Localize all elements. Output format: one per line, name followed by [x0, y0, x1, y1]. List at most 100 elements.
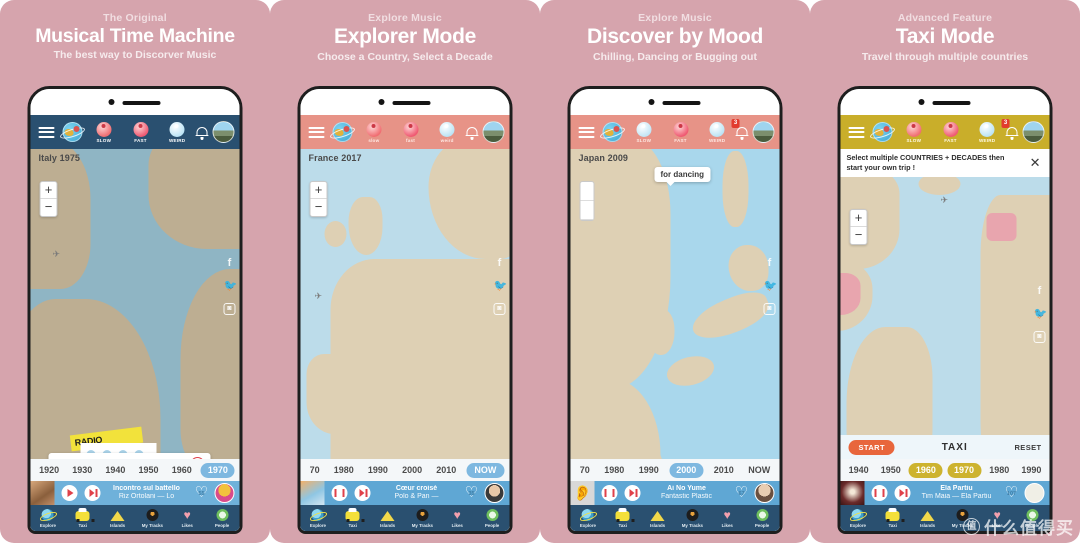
decade-item[interactable]: 1980 — [330, 463, 358, 477]
nav-item-fast[interactable]: FAST — [932, 121, 969, 143]
decade-item[interactable]: 1940 — [101, 463, 129, 477]
globe-icon[interactable] — [868, 122, 897, 142]
decade-item[interactable]: 1950 — [877, 463, 905, 477]
start-trip-button[interactable]: START — [848, 439, 895, 455]
decade-item-selected[interactable]: 1960 — [908, 462, 943, 478]
player-avatar[interactable] — [484, 483, 505, 503]
avatar[interactable] — [482, 121, 505, 143]
facebook-icon[interactable]: f — [224, 257, 236, 269]
zoom-out-button[interactable]: − — [851, 227, 867, 244]
tab-people[interactable]: People — [475, 508, 510, 528]
bell-icon[interactable] — [465, 125, 479, 140]
decade-item[interactable]: 1920 — [35, 463, 63, 477]
nav-item-weird[interactable]: weird — [429, 121, 466, 143]
map-zoom-controls[interactable]: + − — [309, 181, 328, 217]
decade-item[interactable]: 2010 — [710, 463, 738, 477]
album-cover[interactable] — [300, 481, 325, 505]
tab-taxi[interactable]: Taxi — [605, 507, 640, 528]
map-zoom-controls[interactable]: + − — [849, 209, 868, 245]
nav-item-slow[interactable]: slow — [356, 121, 393, 143]
tab-people[interactable]: People — [745, 508, 780, 528]
album-cover[interactable] — [30, 481, 55, 505]
decade-item-now[interactable]: NOW — [744, 463, 774, 477]
player-avatar[interactable] — [754, 483, 775, 503]
instagram-icon[interactable]: ◙ — [223, 303, 236, 315]
zoom-out-button[interactable]: − — [41, 199, 57, 216]
twitter-icon[interactable]: 🐦 — [494, 280, 508, 292]
tab-my-tracks[interactable]: My Tracks — [135, 508, 170, 528]
decade-timeline[interactable]: 70 1980 1990 2000 2010 NOW — [300, 459, 510, 481]
tab-islands[interactable]: Islands — [910, 509, 945, 528]
decade-item-now-selected[interactable]: NOW — [466, 462, 505, 478]
globe-icon[interactable] — [58, 122, 87, 142]
tab-islands[interactable]: Islands — [370, 509, 405, 528]
social-links[interactable]: f 🐦 ◙ — [223, 257, 238, 315]
zoom-in-button[interactable]: + — [40, 182, 57, 199]
decade-item-selected[interactable]: 1970 — [947, 462, 982, 478]
tab-taxi[interactable]: Taxi — [335, 507, 370, 528]
map-zoom-slider[interactable] — [579, 181, 595, 221]
facebook-icon[interactable]: f — [764, 257, 776, 269]
decade-item[interactable]: 1990 — [635, 463, 663, 477]
twitter-icon[interactable]: 🐦 — [224, 280, 238, 292]
menu-icon[interactable] — [848, 126, 865, 138]
tab-explore[interactable]: Explore — [301, 508, 336, 528]
decade-item[interactable]: 1960 — [168, 463, 196, 477]
like-counter[interactable]: ♡ 35 — [463, 485, 481, 501]
social-links[interactable]: f 🐦 ◙ — [763, 257, 778, 315]
facebook-icon[interactable]: f — [494, 257, 506, 269]
avatar[interactable] — [1022, 121, 1045, 143]
pause-button[interactable] — [871, 485, 888, 501]
nav-item-weird[interactable]: WEIRD — [159, 121, 196, 143]
decade-item[interactable]: 1940 — [845, 463, 873, 477]
decade-timeline[interactable]: 1920 1930 1940 1950 1960 1970 — [30, 459, 240, 481]
twitter-icon[interactable]: 🐦 — [1034, 308, 1048, 320]
twitter-icon[interactable]: 🐦 — [764, 280, 778, 292]
decade-item[interactable]: 1990 — [1017, 463, 1045, 477]
nav-item-fast[interactable]: fast — [392, 121, 429, 143]
decade-timeline[interactable]: 1940 1950 1960 1970 1980 1990 — [840, 459, 1050, 481]
tab-my-tracks[interactable]: My Tracks — [405, 508, 440, 528]
play-button[interactable] — [61, 485, 78, 501]
album-cover[interactable] — [840, 481, 865, 505]
nav-item-fast[interactable]: FAST — [662, 121, 699, 143]
nav-item-weird[interactable]: WEIRD — [699, 121, 736, 143]
tab-explore[interactable]: Explore — [841, 508, 876, 528]
instagram-icon[interactable]: ◙ — [493, 303, 506, 315]
map-zoom-controls[interactable]: + − — [39, 181, 58, 217]
next-track-button[interactable] — [894, 485, 911, 501]
nav-item-slow[interactable]: SLOW — [626, 121, 663, 143]
pause-button[interactable] — [601, 485, 618, 501]
tab-explore[interactable]: Explore — [31, 508, 66, 528]
tab-taxi[interactable]: Taxi — [65, 507, 100, 528]
decade-item[interactable]: 1930 — [68, 463, 96, 477]
instagram-icon[interactable]: ◙ — [763, 303, 776, 315]
nav-item-slow[interactable]: SLOW — [86, 121, 123, 143]
tab-likes[interactable]: ♥ Likes — [440, 509, 475, 528]
tab-taxi[interactable]: Taxi — [875, 507, 910, 528]
next-track-button[interactable] — [354, 485, 371, 501]
decade-item[interactable]: 70 — [306, 463, 324, 477]
zoom-in-button[interactable]: + — [310, 182, 327, 199]
nav-item-slow[interactable]: SLOW — [896, 121, 933, 143]
decade-item[interactable]: 1990 — [364, 463, 392, 477]
decade-item[interactable]: 2000 — [398, 463, 426, 477]
like-counter[interactable]: ♡ 55 — [193, 485, 211, 501]
bell-icon[interactable]: 3 — [1001, 118, 1019, 140]
zoom-in-button[interactable]: + — [850, 210, 867, 227]
bell-icon[interactable]: 3 — [731, 118, 749, 140]
decade-item[interactable]: 1980 — [600, 463, 628, 477]
close-icon[interactable]: ✕ — [1027, 155, 1044, 171]
decade-item[interactable]: 2010 — [432, 463, 460, 477]
globe-icon[interactable] — [328, 122, 357, 142]
decade-timeline[interactable]: 70 1980 1990 2000 2010 NOW — [570, 459, 780, 481]
album-cover[interactable]: 👂 — [570, 481, 595, 505]
globe-icon[interactable] — [598, 122, 627, 142]
avatar[interactable] — [752, 121, 775, 143]
avatar[interactable] — [212, 121, 235, 143]
decade-item[interactable]: 70 — [576, 463, 594, 477]
bell-icon[interactable] — [195, 125, 209, 140]
player-avatar[interactable] — [214, 483, 235, 503]
nav-item-weird[interactable]: WEIRD — [969, 121, 1006, 143]
menu-icon[interactable] — [578, 126, 595, 138]
